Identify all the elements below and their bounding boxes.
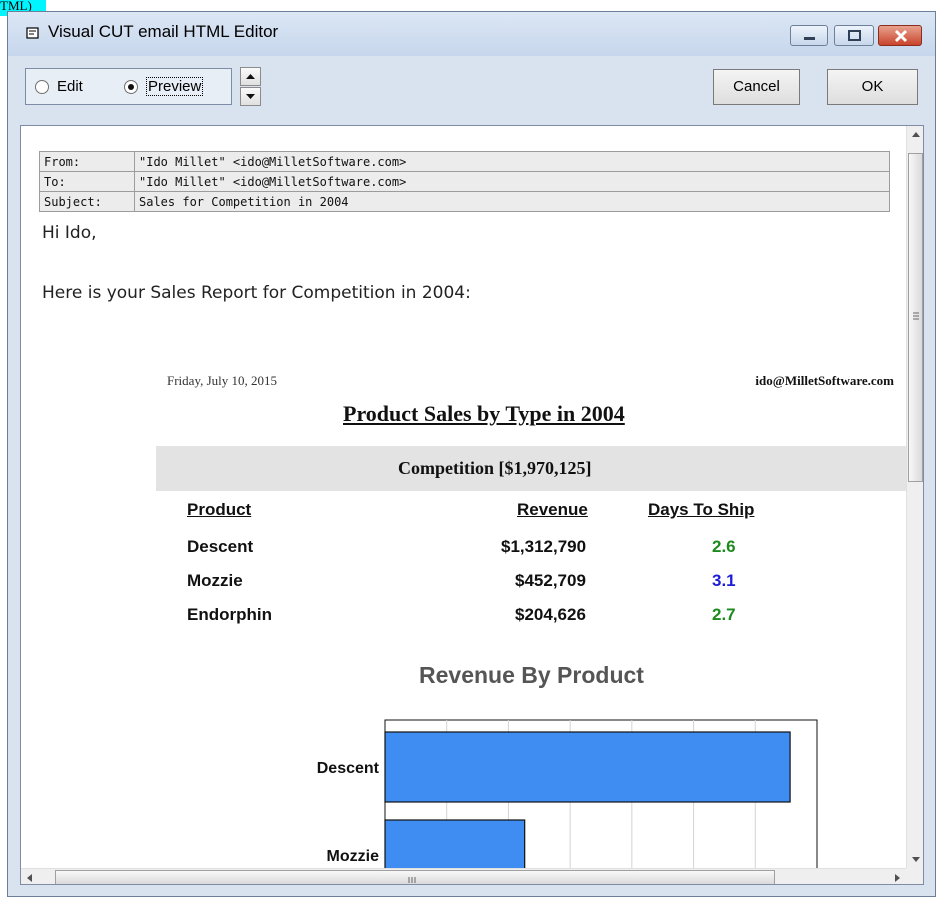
chart-bar-descent — [384, 731, 791, 803]
scroll-up-icon[interactable] — [907, 126, 924, 144]
scroll-left-icon[interactable] — [21, 869, 39, 885]
window-title: Visual CUT email HTML Editor — [48, 22, 279, 41]
close-icon — [894, 29, 908, 43]
maximize-icon — [848, 30, 861, 41]
scroll-right-icon[interactable] — [888, 869, 906, 885]
maximize-button[interactable] — [834, 25, 874, 46]
edit-radio[interactable] — [35, 80, 49, 94]
title-bar: Visual CUT email HTML Editor — [8, 12, 935, 56]
cancel-button[interactable]: Cancel — [713, 69, 800, 105]
mode-selector: Edit Preview — [25, 68, 232, 105]
vertical-scroll-thumb[interactable] — [908, 153, 923, 482]
preview-radio[interactable] — [124, 80, 138, 94]
scrollbar-corner — [906, 868, 923, 884]
chart-bar-mozzie — [384, 819, 526, 868]
editor-app-icon — [26, 27, 39, 39]
grip-icon — [913, 312, 919, 320]
arrow-up-icon — [246, 74, 255, 79]
grip-icon — [408, 877, 416, 883]
editor-window: Visual CUT email HTML Editor Edit Previe… — [7, 11, 936, 897]
horizontal-scroll-thumb[interactable] — [55, 870, 775, 884]
ok-button[interactable]: OK — [827, 69, 918, 105]
spin-down-button[interactable] — [240, 87, 261, 106]
minimize-button[interactable] — [790, 25, 828, 46]
close-button[interactable] — [878, 25, 922, 46]
horizontal-scrollbar[interactable] — [21, 868, 906, 885]
chart-category-label: Descent — [317, 760, 380, 777]
spin-up-button[interactable] — [240, 67, 261, 86]
edit-radio-label[interactable]: Edit — [57, 78, 83, 95]
scroll-down-icon[interactable] — [907, 850, 924, 868]
arrow-down-icon — [246, 94, 255, 99]
spin-control[interactable] — [240, 67, 261, 106]
chart-category-label: Mozzie — [327, 848, 380, 865]
preview-radio-label[interactable]: Preview — [146, 77, 204, 96]
toolbar: Edit Preview Cancel OK — [8, 56, 935, 124]
minimize-icon — [804, 37, 815, 40]
preview-pane[interactable]: From: "Ido Millet" <ido@MilletSoftware.c… — [20, 125, 924, 885]
vertical-scrollbar[interactable] — [906, 126, 924, 868]
revenue-chart: Descent Mozzie — [317, 719, 818, 868]
